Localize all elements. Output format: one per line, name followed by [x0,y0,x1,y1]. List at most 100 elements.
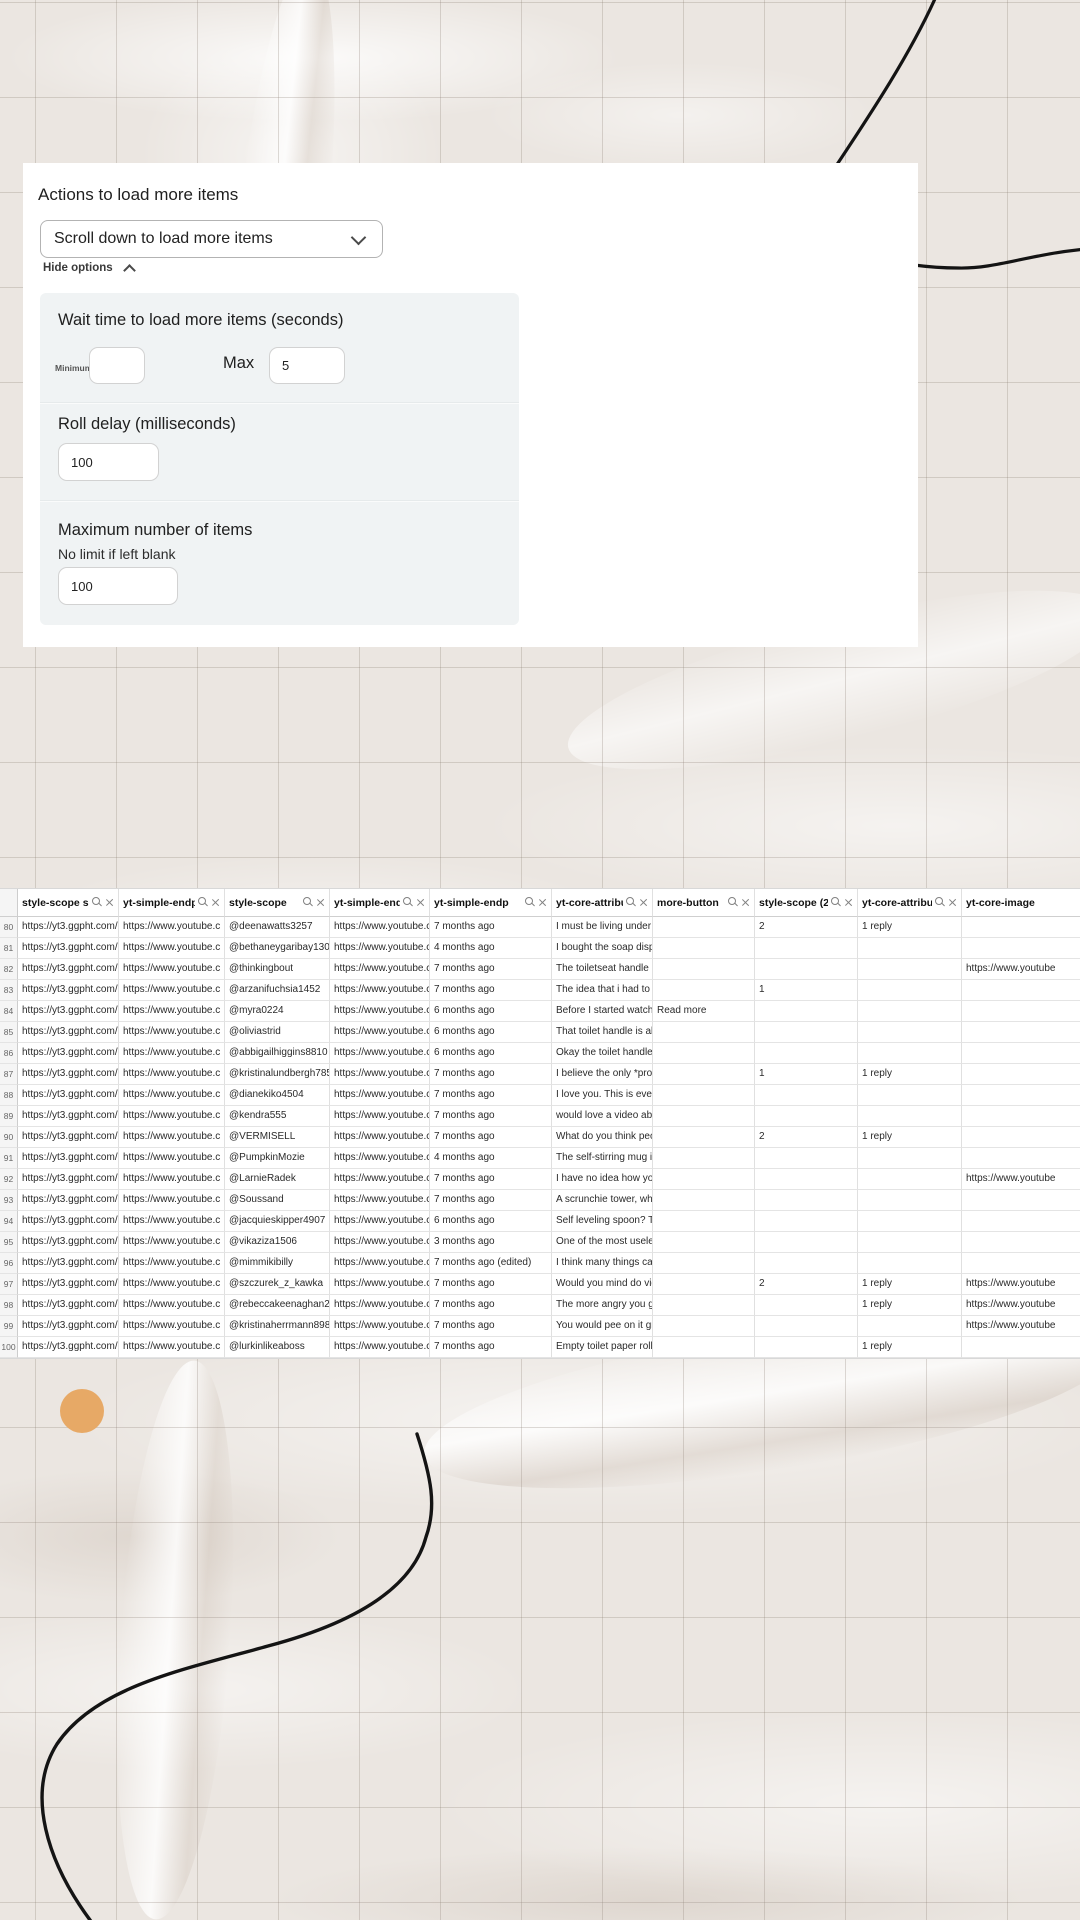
cell[interactable] [653,917,755,938]
cell[interactable] [962,1190,1080,1211]
cell[interactable]: 2 [755,917,858,938]
cell[interactable]: https://www.youtube.c [330,1148,430,1169]
cell[interactable]: https://www.youtube.c [119,980,225,1001]
cell[interactable] [962,1127,1080,1148]
cell[interactable]: One of the most useles [552,1232,653,1253]
cell[interactable]: @myra0224 [225,1001,330,1022]
cell[interactable] [962,1211,1080,1232]
cell[interactable]: 1 [755,1064,858,1085]
column-header[interactable]: yt-core-attribu [552,889,653,917]
column-header[interactable]: style-scope sr [18,889,119,917]
cell[interactable]: https://www.youtube.c [330,1232,430,1253]
cell[interactable]: https://yt3.ggpht.com/ [18,1148,119,1169]
cell[interactable] [653,938,755,959]
cell[interactable]: 2 [755,1127,858,1148]
cell[interactable] [962,1148,1080,1169]
cell[interactable]: 6 months ago [430,1001,552,1022]
column-header[interactable]: yt-core-image [962,889,1080,917]
cell[interactable]: https://yt3.ggpht.com/ [18,1253,119,1274]
cell[interactable]: 1 reply [858,1064,962,1085]
clear-icon[interactable] [105,898,114,907]
cell[interactable]: https://www.youtube [962,1316,1080,1337]
cell[interactable]: https://www.youtube.c [330,1169,430,1190]
column-header[interactable]: more-button [653,889,755,917]
wait-max-input[interactable]: 5 [269,347,345,384]
cell[interactable] [962,917,1080,938]
cell[interactable] [653,1106,755,1127]
cell[interactable] [755,1337,858,1358]
cell[interactable] [653,1274,755,1295]
cell[interactable]: https://www.youtube.c [119,1169,225,1190]
cell[interactable]: https://www.youtube.c [330,938,430,959]
cell[interactable] [653,1085,755,1106]
cell[interactable] [653,1316,755,1337]
cell[interactable]: https://www.youtube.c [119,1085,225,1106]
cell[interactable]: 7 months ago [430,1190,552,1211]
cell[interactable] [755,959,858,980]
cell[interactable]: 4 months ago [430,1148,552,1169]
cell[interactable] [858,1148,962,1169]
search-icon[interactable] [626,897,636,908]
cell[interactable]: https://yt3.ggpht.com/ [18,1337,119,1358]
cell[interactable]: https://www.youtube.c [330,959,430,980]
cell[interactable]: Would you mind do vid [552,1274,653,1295]
load-more-action-dropdown[interactable]: Scroll down to load more items [40,220,383,258]
cell[interactable] [755,1295,858,1316]
cell[interactable]: @mimmikibilly [225,1253,330,1274]
cell[interactable]: https://www.youtube.c [330,1253,430,1274]
cell[interactable]: 7 months ago [430,1337,552,1358]
cell[interactable]: 1 reply [858,1274,962,1295]
cell[interactable] [755,1085,858,1106]
search-icon[interactable] [728,897,738,908]
cell[interactable]: https://www.youtube.c [119,1316,225,1337]
cell[interactable] [962,1106,1080,1127]
clear-icon[interactable] [538,898,547,907]
cell[interactable]: https://yt3.ggpht.com/ [18,1232,119,1253]
cell[interactable]: https://www.youtube.c [330,1316,430,1337]
cell[interactable]: https://www.youtube.c [330,1337,430,1358]
cell[interactable]: https://www.youtube.c [119,1022,225,1043]
search-icon[interactable] [525,897,535,908]
max-items-input[interactable]: 100 [58,567,178,605]
column-header[interactable]: style-scope [225,889,330,917]
cell[interactable]: The idea that i had to s [552,980,653,1001]
cell[interactable]: https://www.youtube.c [119,1001,225,1022]
clear-icon[interactable] [316,898,325,907]
cell[interactable]: https://yt3.ggpht.com/ [18,1211,119,1232]
cell[interactable] [858,1085,962,1106]
cell[interactable]: https://www.youtube.c [330,1274,430,1295]
cell[interactable]: https://www.youtube.c [119,1190,225,1211]
cell[interactable]: https://www.youtube.c [330,1043,430,1064]
cell[interactable] [653,1022,755,1043]
column-header[interactable]: yt-simple-endp [119,889,225,917]
clear-icon[interactable] [639,898,648,907]
cell[interactable]: https://www.youtube.c [119,1127,225,1148]
cell[interactable]: Okay the toilet handle [552,1043,653,1064]
cell[interactable] [858,980,962,1001]
cell[interactable] [858,959,962,980]
cell[interactable] [653,1211,755,1232]
cell[interactable]: would love a video abo [552,1106,653,1127]
cell[interactable]: @oliviastrid [225,1022,330,1043]
cell[interactable]: What do you think peo [552,1127,653,1148]
cell[interactable] [858,1001,962,1022]
cell[interactable] [962,1253,1080,1274]
cell[interactable]: https://www.youtube.c [119,917,225,938]
cell[interactable]: @kristinalundbergh785 [225,1064,330,1085]
cell[interactable]: https://yt3.ggpht.com/ [18,1085,119,1106]
cell[interactable]: https://yt3.ggpht.com/ [18,1169,119,1190]
cell[interactable] [653,1190,755,1211]
cell[interactable] [755,1253,858,1274]
cell[interactable]: Self leveling spoon? Tv [552,1211,653,1232]
cell[interactable]: 7 months ago [430,1064,552,1085]
cell[interactable]: https://yt3.ggpht.com/ [18,1274,119,1295]
cell[interactable] [653,1337,755,1358]
cell[interactable]: https://www.youtube.c [119,1106,225,1127]
cell[interactable]: 7 months ago [430,1295,552,1316]
clear-icon[interactable] [416,898,425,907]
cell[interactable]: https://yt3.ggpht.com/ [18,959,119,980]
cell[interactable]: The self-stirring mug is [552,1148,653,1169]
cell[interactable] [962,1001,1080,1022]
column-header[interactable]: yt-core-attribu [858,889,962,917]
cell[interactable]: @bethaneygaribay130 [225,938,330,959]
